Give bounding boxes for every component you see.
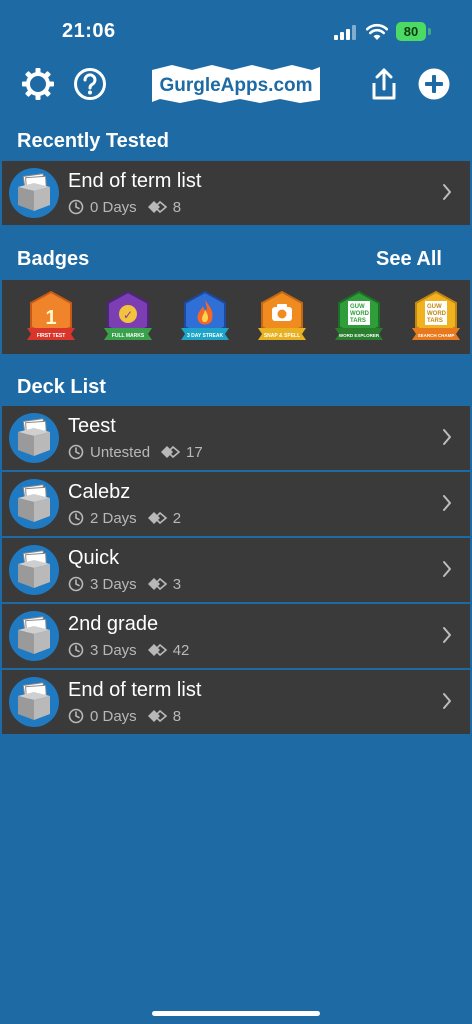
chevron-right-icon	[443, 184, 451, 200]
deck-name: End of term list	[68, 679, 202, 701]
status-bar: 21:06 80	[0, 0, 472, 64]
badge-snap-and-spell[interactable]: SNAP & SPELL	[256, 290, 308, 344]
badges-panel: 1 FIRST TEST ✓ FULL MARKS 3 DAY STREAK S…	[2, 280, 470, 354]
help-button[interactable]	[72, 66, 108, 102]
svg-text:FIRST TEST: FIRST TEST	[37, 333, 66, 339]
deck-card-count: 8	[172, 198, 182, 216]
cellular-signal-icon	[334, 25, 358, 40]
help-icon	[74, 68, 106, 100]
svg-text:SNAP & SPELL: SNAP & SPELL	[264, 333, 300, 339]
deck-days: 0 Days	[90, 707, 137, 725]
cards-icon	[147, 577, 167, 591]
logo-text: GurgleApps.com	[159, 75, 312, 96]
cards-icon	[147, 709, 167, 723]
badge-full-marks[interactable]: ✓ FULL MARKS	[102, 290, 154, 344]
deck-meta: Untested 17	[68, 443, 203, 461]
cards-icon	[147, 200, 167, 214]
deck-name: Teest	[68, 415, 116, 437]
deck-box-icon	[9, 677, 59, 727]
add-icon	[418, 68, 450, 100]
deck-days: 0 Days	[90, 198, 137, 216]
svg-text:3 DAY STREAK: 3 DAY STREAK	[187, 333, 224, 339]
deck-card-count: 17	[186, 443, 203, 461]
badge-search-champ[interactable]: GUWWORDTARS SEARCH CHAMP	[410, 290, 462, 344]
deck-name: Quick	[68, 547, 120, 569]
recent-deck-row[interactable]: End of term list 0 Days 8	[2, 161, 470, 225]
deck-row[interactable]: 2nd grade 3 Days 42	[2, 604, 470, 668]
badge-word-explorer[interactable]: GUWWORDTARS WORD EXPLORER	[333, 290, 385, 344]
cards-icon	[161, 445, 181, 459]
add-button[interactable]	[416, 66, 452, 102]
deck-box-icon	[9, 545, 59, 595]
share-icon	[372, 68, 396, 100]
clock-icon	[68, 444, 84, 460]
home-indicator[interactable]	[152, 1011, 320, 1016]
battery-tip	[428, 28, 431, 35]
deck-name: Calebz	[68, 481, 131, 503]
svg-text:✓: ✓	[123, 308, 133, 322]
badges-title: Badges	[17, 248, 90, 270]
deck-meta: 3 Days 42	[68, 641, 189, 659]
clock-icon	[68, 642, 84, 658]
settings-gear-icon	[22, 68, 54, 100]
deck-days: 3 Days	[90, 575, 137, 593]
svg-text:FULL MARKS: FULL MARKS	[112, 333, 145, 339]
battery-indicator: 80	[396, 22, 426, 41]
recently-tested-title: Recently Tested	[17, 130, 169, 152]
deck-meta: 2 Days 2	[68, 509, 181, 527]
chevron-right-icon	[443, 495, 451, 511]
chevron-right-icon	[443, 561, 451, 577]
clock-icon	[68, 576, 84, 592]
deck-list-title: Deck List	[17, 376, 106, 398]
svg-text:TARS: TARS	[350, 318, 366, 324]
share-button[interactable]	[366, 66, 402, 102]
cards-icon	[147, 643, 167, 657]
clock-icon	[68, 708, 84, 724]
wifi-icon	[366, 23, 388, 40]
deck-card-count: 42	[172, 641, 190, 659]
svg-text:GUW: GUW	[350, 304, 365, 310]
svg-text:GUW: GUW	[427, 304, 442, 310]
deck-card-count: 2	[172, 509, 182, 527]
deck-card-count: 8	[172, 707, 182, 725]
deck-row[interactable]: Quick 3 Days 3	[2, 538, 470, 602]
deck-row[interactable]: Teest Untested 17	[2, 406, 470, 470]
deck-row[interactable]: End of term list 0 Days 8	[2, 670, 470, 734]
deck-days: 3 Days	[90, 641, 137, 659]
svg-text:TARS: TARS	[427, 318, 443, 324]
top-toolbar: GurgleApps.com	[0, 62, 472, 108]
deck-card-count: 3	[172, 575, 182, 593]
settings-button[interactable]	[20, 66, 56, 102]
svg-text:WORD: WORD	[350, 311, 370, 317]
badge-first-test[interactable]: 1 FIRST TEST	[25, 290, 77, 344]
svg-text:1: 1	[45, 307, 56, 329]
deck-row[interactable]: Calebz 2 Days 2	[2, 472, 470, 536]
deck-meta: 0 Days 8	[68, 198, 181, 216]
deck-box-icon	[9, 611, 59, 661]
deck-box-icon	[9, 479, 59, 529]
gurgleapps-logo: GurgleApps.com	[152, 65, 320, 103]
chevron-right-icon	[443, 693, 451, 709]
deck-box-icon	[9, 413, 59, 463]
deck-meta: 0 Days 8	[68, 707, 181, 725]
deck-days: Untested	[90, 443, 151, 461]
svg-text:WORD EXPLORER: WORD EXPLORER	[339, 333, 380, 338]
deck-box-icon	[9, 168, 59, 218]
svg-text:WORD: WORD	[427, 311, 447, 317]
deck-meta: 3 Days 3	[68, 575, 181, 593]
see-all-badges-button[interactable]: See All	[376, 248, 442, 271]
deck-days: 2 Days	[90, 509, 137, 527]
chevron-right-icon	[443, 627, 451, 643]
clock-icon	[68, 199, 84, 215]
chevron-right-icon	[443, 429, 451, 445]
deck-name: End of term list	[68, 170, 202, 192]
status-time: 21:06	[62, 20, 116, 42]
badge-3-day-streak[interactable]: 3 DAY STREAK	[179, 290, 231, 344]
svg-text:SEARCH CHAMP: SEARCH CHAMP	[418, 333, 455, 338]
clock-icon	[68, 510, 84, 526]
cards-icon	[147, 511, 167, 525]
deck-name: 2nd grade	[68, 613, 159, 635]
